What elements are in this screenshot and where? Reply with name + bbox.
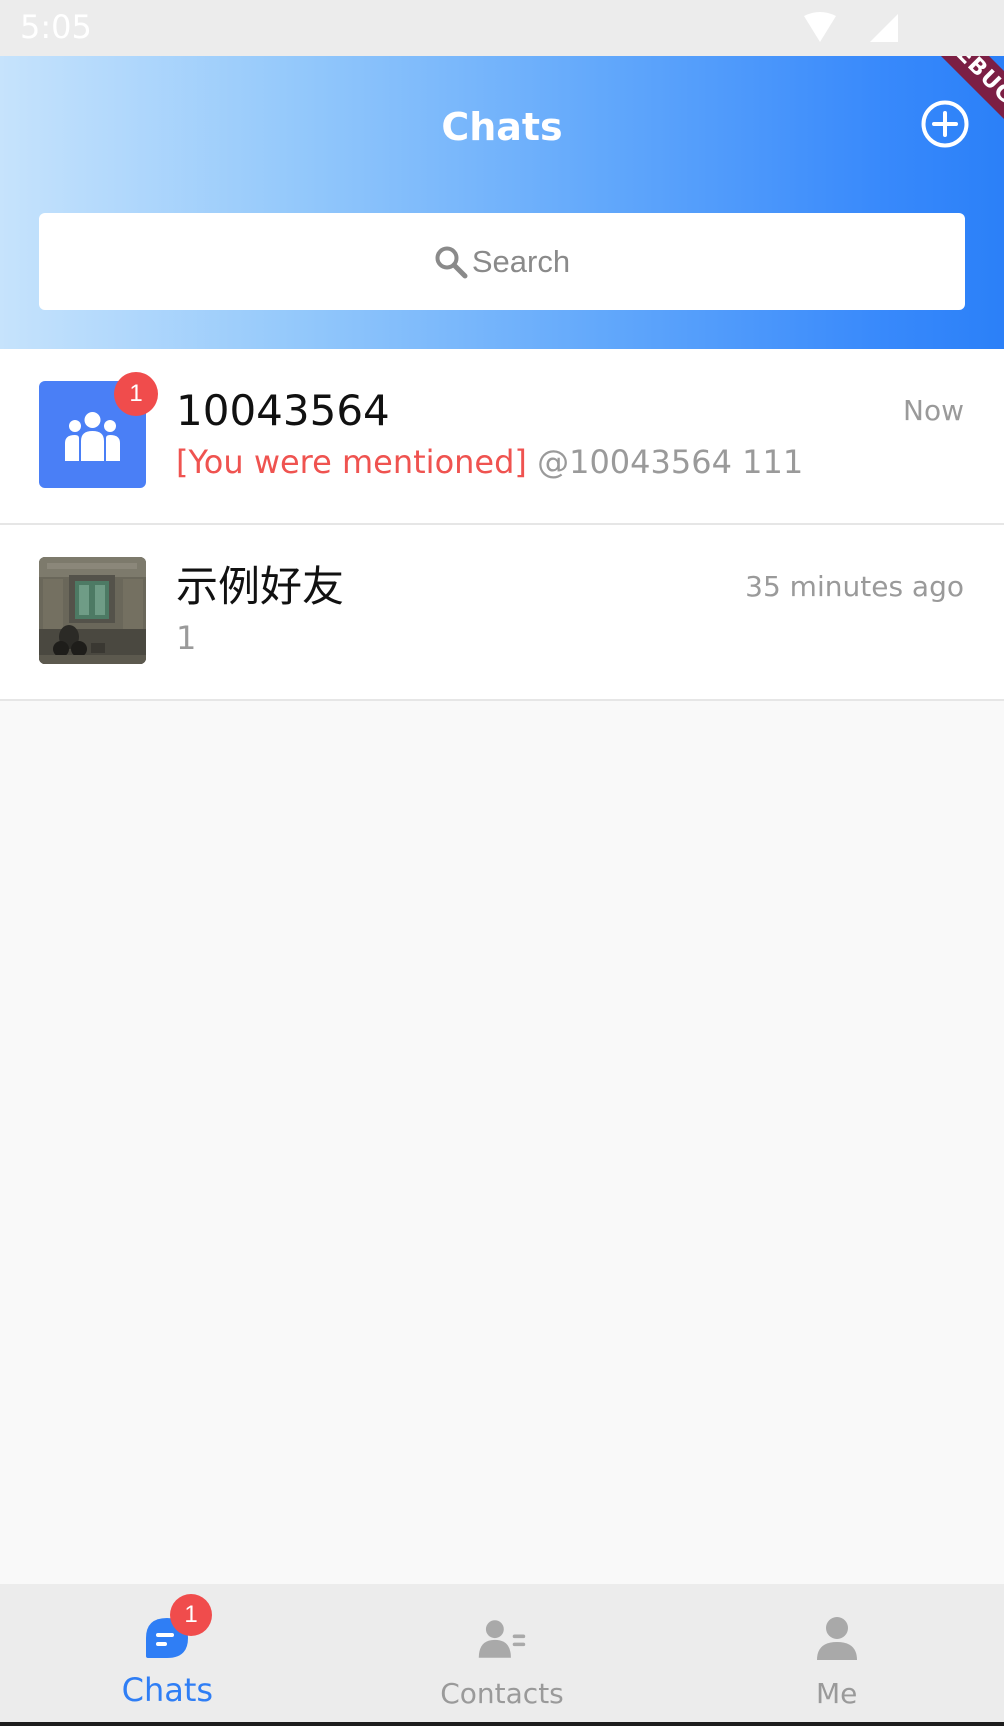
status-icons xyxy=(804,12,898,42)
wifi-icon xyxy=(804,12,836,42)
tab-me[interactable]: Me xyxy=(669,1584,1004,1722)
header: DEBUG Chats Search xyxy=(0,56,1004,349)
cellular-icon xyxy=(870,14,898,42)
conversation-time: Now xyxy=(903,394,964,427)
tab-chats-label: Chats xyxy=(121,1671,214,1709)
search-input[interactable]: Search xyxy=(39,213,965,310)
tab-me-label: Me xyxy=(815,1677,858,1710)
tab-contacts[interactable]: Contacts xyxy=(335,1584,670,1722)
add-conversation-button[interactable] xyxy=(920,99,970,149)
status-time: 5:05 xyxy=(20,8,92,46)
contacts-icon xyxy=(478,1620,526,1658)
conversation-item[interactable]: 1 10043564 Now [You were mentioned] @100… xyxy=(0,349,1004,525)
unread-badge: 1 xyxy=(114,372,158,416)
tab-chats-badge: 1 xyxy=(170,1594,212,1636)
mention-tag: [You were mentioned] xyxy=(176,443,527,481)
conversation-preview: [You were mentioned] @10043564 111 xyxy=(176,441,803,483)
page-title: Chats xyxy=(441,105,563,149)
tab-chats[interactable]: Chats xyxy=(0,1584,335,1722)
conversation-item[interactable]: 示例好友 35 minutes ago 1 xyxy=(0,525,1004,701)
plus-circle-icon xyxy=(921,100,969,148)
conversation-name: 示例好友 xyxy=(176,562,345,611)
status-bar: 5:05 xyxy=(0,0,1004,56)
search-placeholder: Search xyxy=(471,243,571,279)
preview-text: 1 xyxy=(176,619,197,657)
conversation-list: 1 10043564 Now [You were mentioned] @100… xyxy=(0,349,1004,701)
person-icon xyxy=(816,1617,857,1660)
search-content: Search xyxy=(39,213,965,310)
bottom-divider xyxy=(0,1722,1004,1726)
preview-text: @10043564 111 xyxy=(537,443,804,481)
conversation-time: 35 minutes ago xyxy=(745,570,964,603)
photo-avatar xyxy=(39,557,146,664)
conversation-preview: 1 xyxy=(176,617,196,659)
building-photo-image xyxy=(39,557,146,664)
app-root: 5:05 DEBUG Chats Search 1 10043564 Now [… xyxy=(0,0,1004,1726)
conversation-name: 10043564 xyxy=(176,386,390,435)
tab-contacts-label: Contacts xyxy=(440,1677,564,1710)
search-icon xyxy=(435,246,468,278)
bottom-tab-bar: Chats Contacts Me xyxy=(0,1584,1004,1722)
